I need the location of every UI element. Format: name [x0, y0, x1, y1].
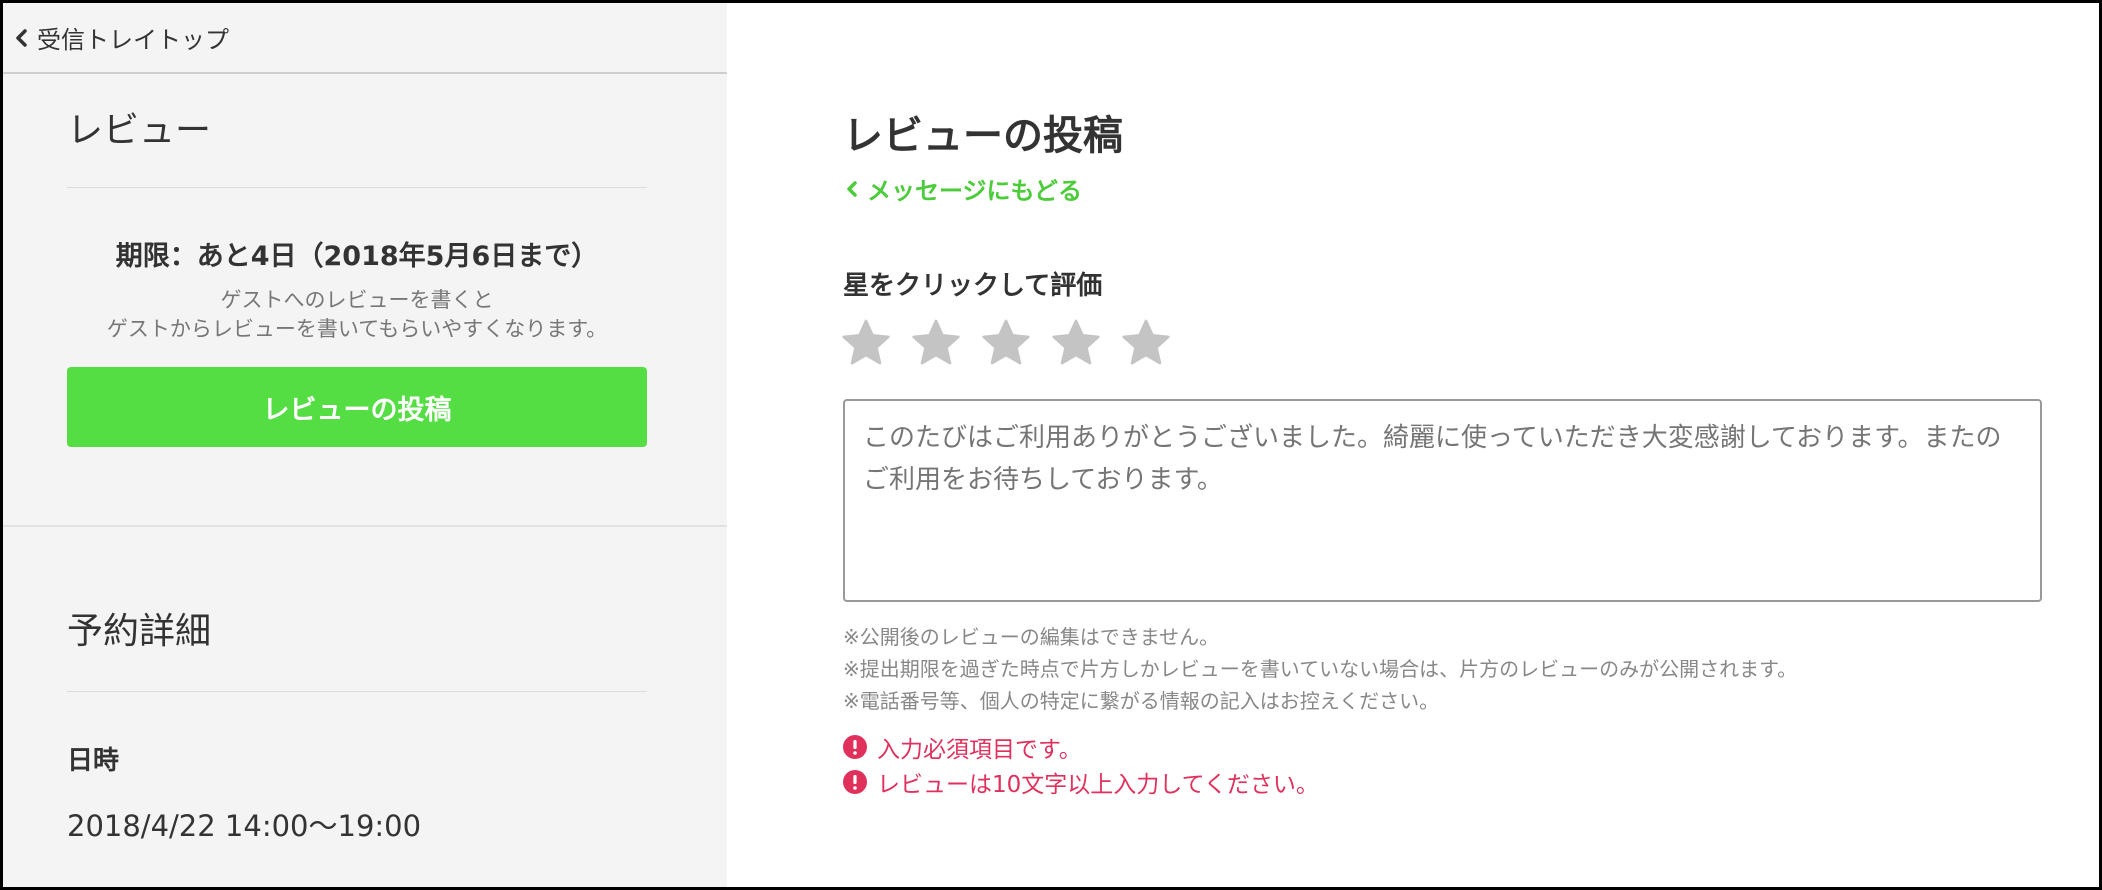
review-textarea[interactable] [843, 399, 2042, 602]
validation-errors: 入力必須項目です。 レビューは10文字以上入力してください。 [843, 729, 1319, 799]
error-message: レビューは10文字以上入力してください。 [843, 764, 1319, 799]
star-icon[interactable] [1119, 316, 1173, 370]
review-section-title: レビュー [67, 110, 212, 151]
datetime-label: 日時 [67, 746, 120, 776]
star-icon[interactable] [979, 316, 1033, 370]
error-circle-icon [843, 734, 867, 759]
review-deadline: 期限：あと4日（2018年5月6日まで） [115, 241, 599, 272]
datetime-value: 2018/4/22 14:00〜19:00 [67, 809, 422, 843]
page-frame: 受信トレイトップ レビュー 期限：あと4日（2018年5月6日まで） ゲストへの… [3, 3, 2099, 887]
note-line: ※提出期限を過ぎた時点で片方しかレビューを書いていない場合は、片方のレビューのみ… [843, 657, 1798, 681]
section-separator [3, 525, 727, 527]
review-hint-line2: ゲストからレビューを書いてもらいやすくなります。 [106, 317, 608, 341]
inbox-back-link[interactable]: 受信トレイトップ [3, 3, 727, 74]
review-notes: ※公開後のレビューの編集はできません。 ※提出期限を過ぎた時点で片方しかレビュー… [843, 621, 1797, 717]
reservation-divider [67, 691, 647, 692]
review-form: レビューの投稿 メッセージにもどる 星をクリックして評価 ※公開後のレビューの編… [727, 3, 2099, 887]
back-to-message-link[interactable]: メッセージにもどる [843, 171, 1082, 206]
error-text: レビューは10文字以上入力してください。 [877, 771, 1319, 798]
star-icon[interactable] [909, 316, 963, 370]
note-line: ※公開後のレビューの編集はできません。 [843, 625, 1220, 649]
star-rating [839, 316, 1173, 370]
sidebar: 受信トレイトップ レビュー 期限：あと4日（2018年5月6日まで） ゲストへの… [3, 3, 727, 887]
page-title: レビューの投稿 [843, 113, 1123, 159]
inbox-back-label: 受信トレイトップ [37, 26, 229, 54]
error-message: 入力必須項目です。 [843, 729, 1319, 764]
chevron-left-icon [847, 180, 857, 197]
reservation-section-title: 予約詳細 [67, 611, 212, 652]
post-review-button[interactable]: レビューの投稿 [67, 367, 647, 447]
review-divider [67, 187, 647, 188]
star-icon[interactable] [839, 316, 893, 370]
chevron-left-icon [16, 28, 27, 47]
error-circle-icon [843, 769, 867, 794]
note-line: ※電話番号等、個人の特定に繋がる情報の記入はお控えください。 [843, 689, 1440, 713]
star-icon[interactable] [1049, 316, 1103, 370]
error-text: 入力必須項目です。 [877, 736, 1082, 763]
back-to-message-label: メッセージにもどる [867, 177, 1083, 205]
review-hint-line1: ゲストへのレビューを書くと [220, 288, 494, 312]
rating-label: 星をクリックして評価 [843, 271, 1103, 301]
